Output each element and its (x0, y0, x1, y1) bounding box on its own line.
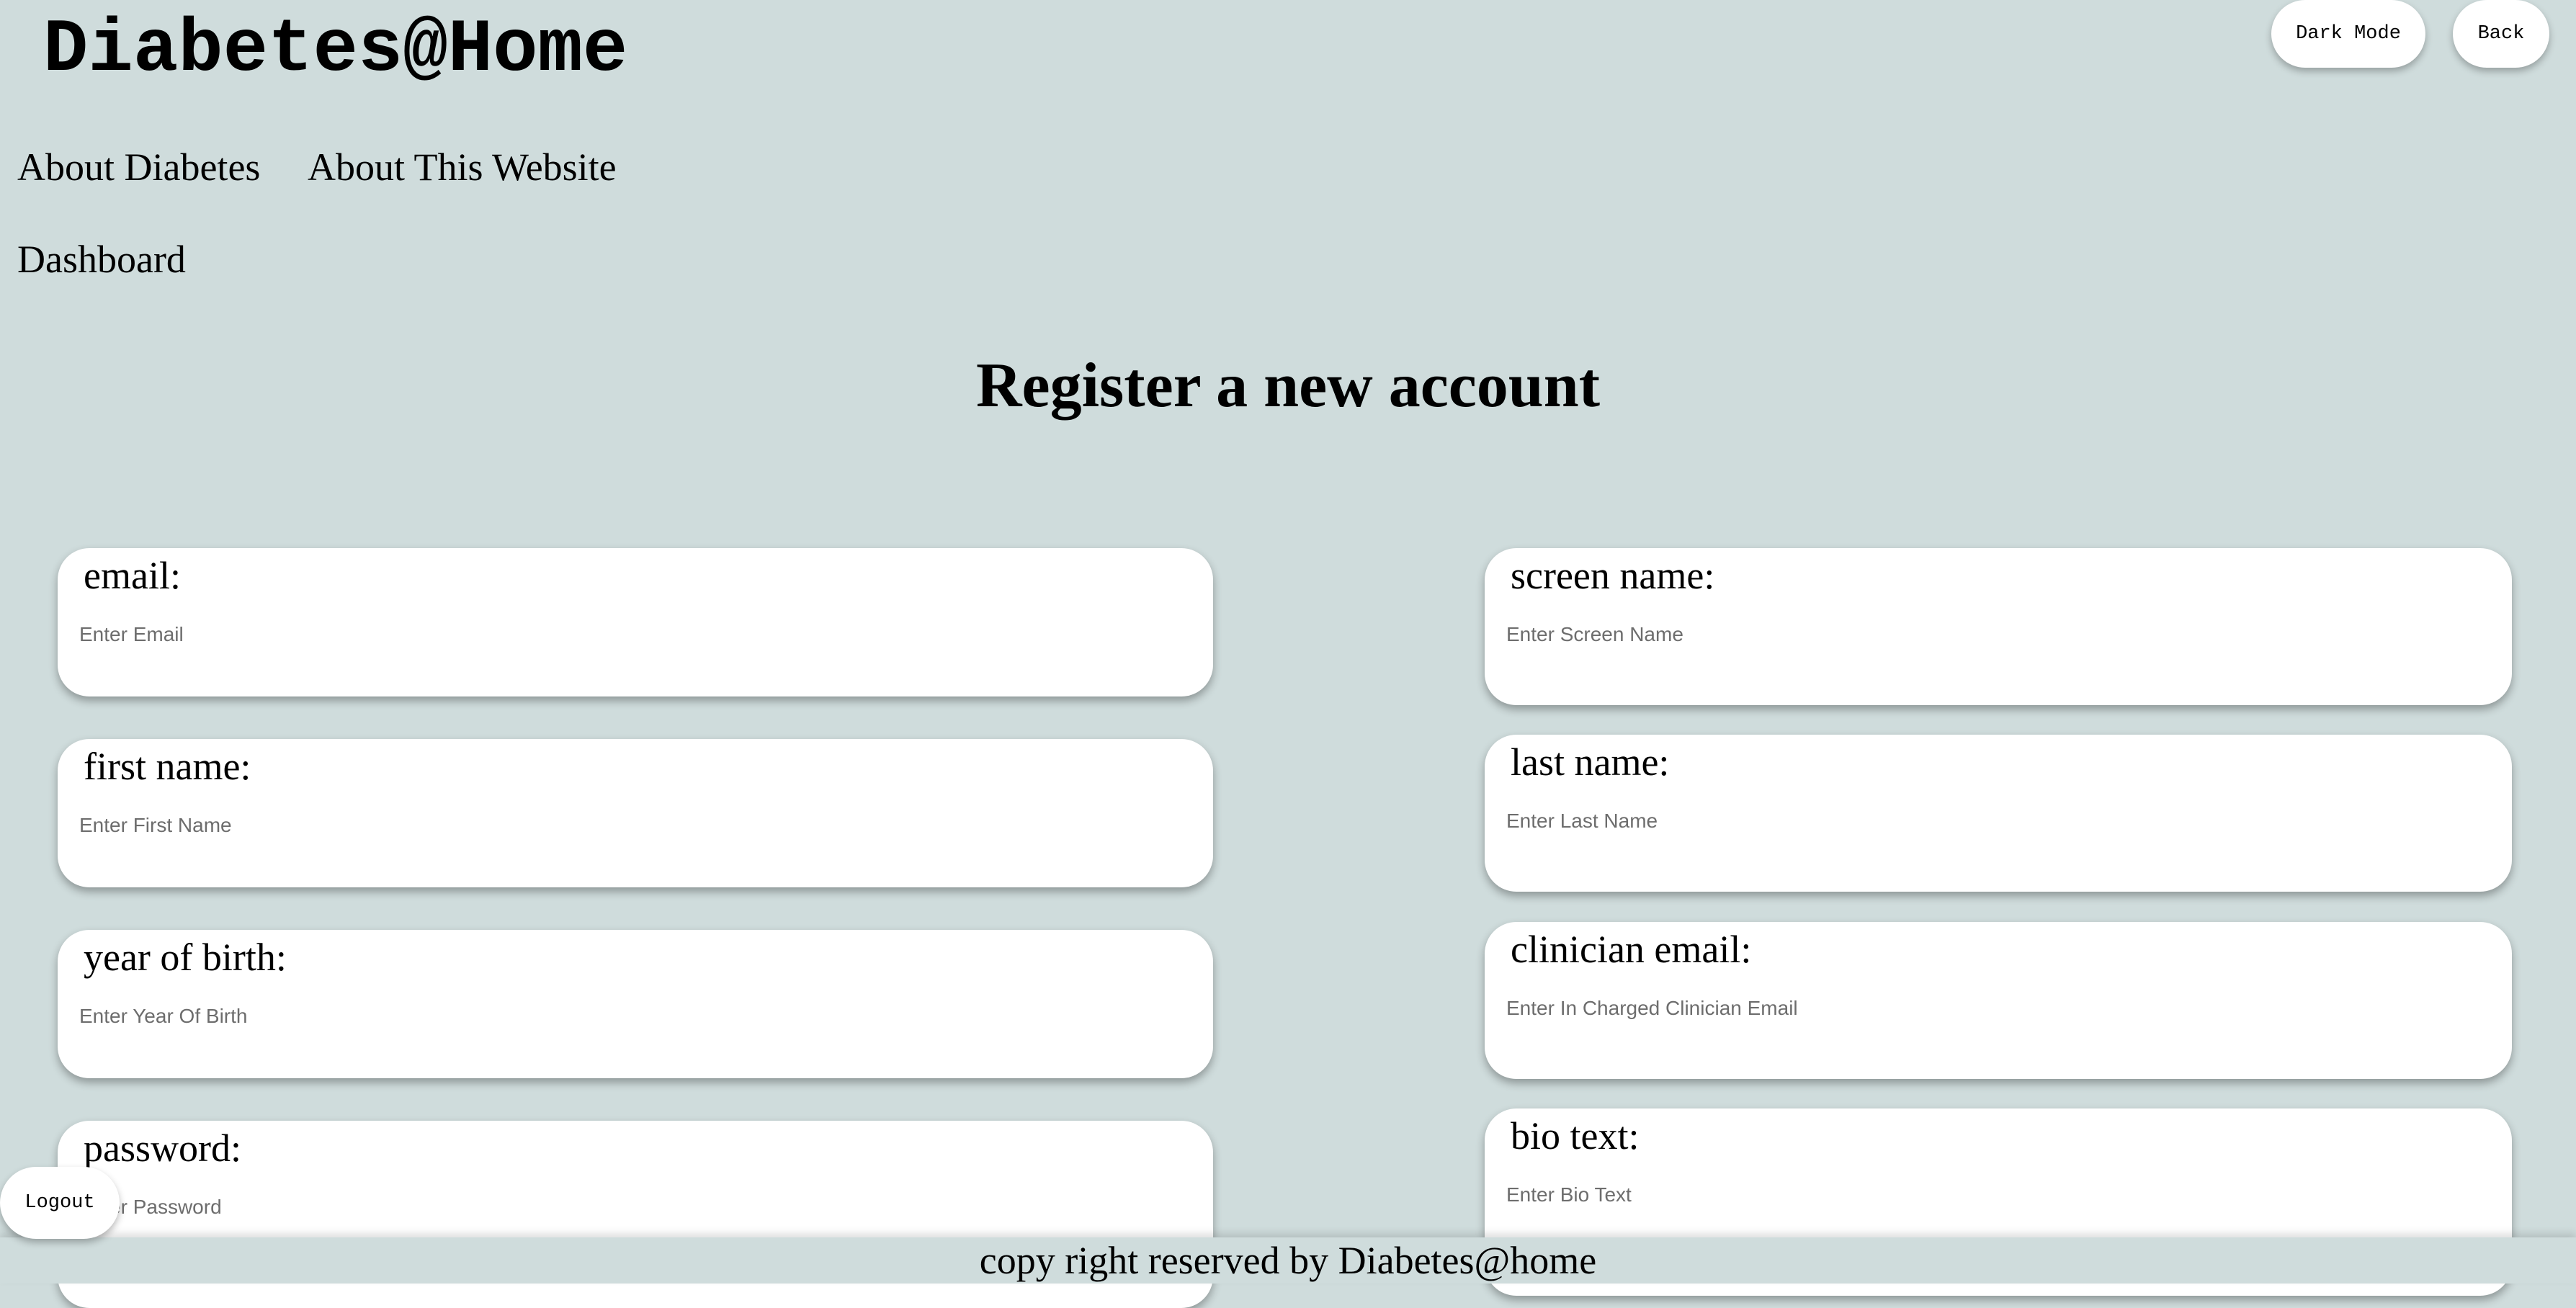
year-of-birth-label: year of birth: (84, 936, 287, 979)
nav-link-dashboard[interactable]: Dashboard (17, 236, 186, 282)
last-name-label: last name: (1511, 740, 1670, 784)
first-name-label: first name: (84, 745, 251, 788)
back-button[interactable]: Back (2453, 0, 2549, 68)
email-label: email: (84, 554, 181, 597)
footer: copy right reserved by Diabetes@home (0, 1237, 2576, 1284)
clinician-email-input[interactable] (1506, 991, 2490, 1026)
password-input[interactable] (79, 1190, 1191, 1224)
nav-link-about-website[interactable]: About This Website (308, 144, 617, 190)
page-title: Register a new account (976, 351, 1600, 421)
year-of-birth-input[interactable] (79, 999, 1191, 1034)
screen-name-input[interactable] (1506, 617, 2490, 652)
year-of-birth-field-card: year of birth: (58, 930, 1213, 1078)
screen-name-label: screen name: (1511, 554, 1715, 597)
first-name-field-card: first name: (58, 739, 1213, 887)
footer-copyright-text: copy right reserved by Diabetes@home (979, 1239, 1597, 1282)
nav-link-about-diabetes[interactable]: About Diabetes (17, 144, 260, 190)
site-logo: Diabetes@Home (43, 8, 628, 93)
logout-button[interactable]: Logout (0, 1167, 120, 1239)
email-field-card: email: (58, 548, 1213, 696)
bio-text-input[interactable] (1506, 1178, 2490, 1212)
password-label: password: (84, 1126, 241, 1170)
clinician-email-label: clinician email: (1511, 928, 1752, 971)
clinician-email-field-card: clinician email: (1485, 922, 2512, 1079)
last-name-field-card: last name: (1485, 735, 2512, 892)
dark-mode-button[interactable]: Dark Mode (2271, 0, 2425, 68)
email-input[interactable] (79, 617, 1191, 652)
screen-name-field-card: screen name: (1485, 548, 2512, 705)
bio-text-label: bio text: (1511, 1114, 1640, 1157)
first-name-input[interactable] (79, 808, 1191, 843)
last-name-input[interactable] (1506, 804, 2490, 838)
